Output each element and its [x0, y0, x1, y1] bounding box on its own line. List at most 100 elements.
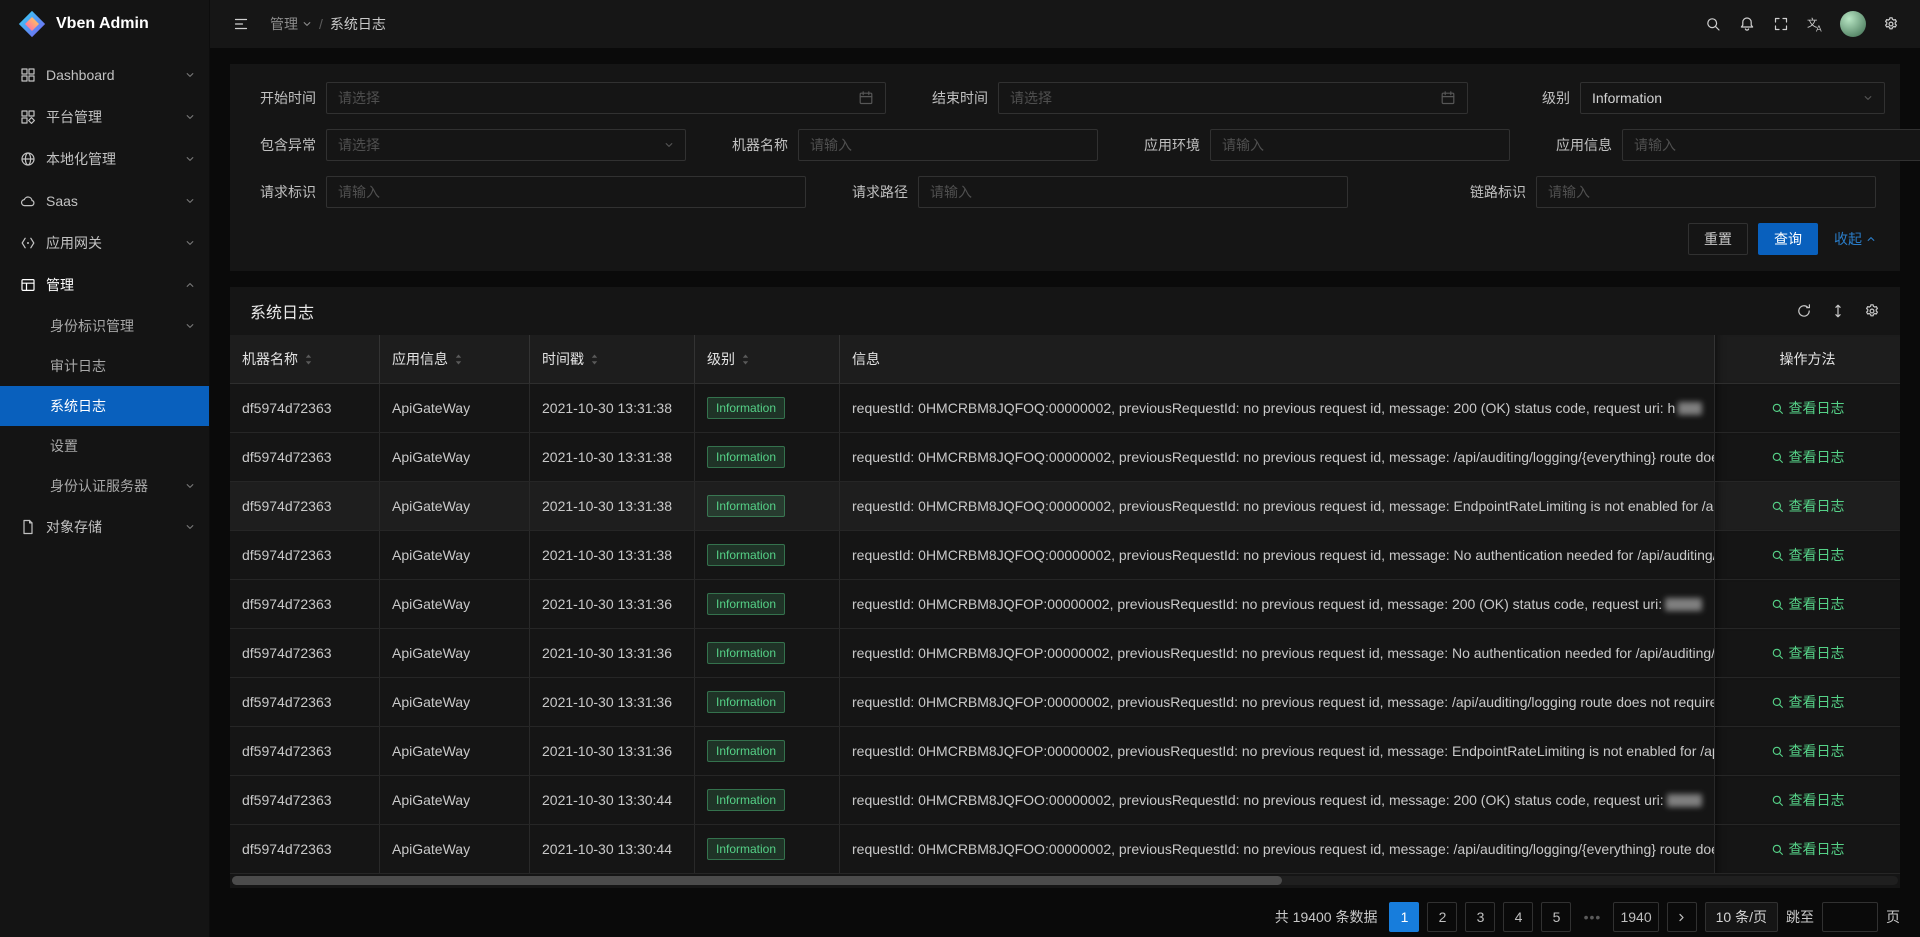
level-badge: Information [707, 691, 785, 713]
sidebar-item-label: 设置 [50, 436, 78, 456]
breadcrumb-parent[interactable]: 管理 [270, 14, 312, 34]
cell-machine-name: df5974d72363 [230, 433, 380, 481]
cell-level: Information [695, 384, 840, 432]
cell-machine-name: df5974d72363 [230, 825, 380, 873]
sidebar-item-label: 管理 [46, 275, 74, 295]
view-log-link[interactable]: 查看日志 [1771, 741, 1845, 761]
sidebar-item[interactable]: 身份标识管理 [0, 306, 209, 346]
cell-app-info: ApiGateWay [380, 825, 530, 873]
sidebar-item[interactable]: 本地化管理 [0, 138, 209, 180]
avatar[interactable] [1840, 11, 1866, 37]
table-row: df5974d72363ApiGateWay2021-10-30 13:31:3… [230, 482, 1900, 531]
pagination-page[interactable]: 4 [1503, 902, 1533, 932]
sidebar-item[interactable]: 身份认证服务器 [0, 466, 209, 506]
localization-icon [20, 151, 36, 167]
cell-actions: 查看日志 [1715, 384, 1900, 432]
request-path-input[interactable] [918, 176, 1348, 208]
cell-machine-name: df5974d72363 [230, 727, 380, 775]
search-button[interactable]: 查询 [1758, 223, 1818, 255]
sidebar-item[interactable]: 应用网关 [0, 222, 209, 264]
level-label: 级别 [1508, 88, 1570, 108]
level-badge: Information [707, 789, 785, 811]
column-label: 机器名称 [242, 349, 298, 369]
filter-actions: 重置 查询 收起 [254, 223, 1876, 255]
table-panel-header: 系统日志 [230, 287, 1900, 335]
level-select[interactable]: Information [1580, 82, 1885, 114]
cell-level: Information [695, 776, 840, 824]
column-header[interactable]: 应用信息 [380, 335, 530, 383]
request-id-input[interactable] [326, 176, 806, 208]
view-log-link[interactable]: 查看日志 [1771, 594, 1845, 614]
pagination-page[interactable]: 3 [1465, 902, 1495, 932]
column-header[interactable]: 机器名称 [230, 335, 380, 383]
end-time-picker[interactable]: 请选择 [998, 82, 1468, 114]
jump-to-input[interactable] [1822, 902, 1878, 932]
cell-machine-name: df5974d72363 [230, 531, 380, 579]
chevron-down-icon [302, 19, 312, 29]
column-header[interactable]: 级别 [695, 335, 840, 383]
chevron-up-icon [185, 280, 195, 290]
column-height-icon[interactable] [1830, 303, 1846, 319]
view-log-link[interactable]: 查看日志 [1771, 643, 1845, 663]
scrollbar-thumb[interactable] [232, 876, 1282, 885]
app-env-input[interactable] [1210, 129, 1510, 161]
view-log-link[interactable]: 查看日志 [1771, 790, 1845, 810]
view-log-link[interactable]: 查看日志 [1771, 839, 1845, 859]
pagination-page[interactable]: 1940 [1613, 902, 1658, 932]
pagination-page[interactable]: 5 [1541, 902, 1571, 932]
sidebar-item[interactable]: 系统日志 [0, 386, 209, 426]
logo[interactable]: Vben Admin [0, 0, 209, 48]
caret-sort-icon [454, 352, 463, 367]
settings-icon[interactable] [1876, 6, 1906, 42]
view-log-link[interactable]: 查看日志 [1771, 398, 1845, 418]
column-label: 操作方法 [1780, 349, 1836, 369]
chevron-down-icon [1863, 93, 1873, 103]
view-log-link[interactable]: 查看日志 [1771, 692, 1845, 712]
view-log-link[interactable]: 查看日志 [1771, 496, 1845, 516]
search-icon[interactable] [1698, 6, 1728, 42]
pagination-next-button[interactable] [1667, 902, 1697, 932]
app-info-input[interactable] [1622, 129, 1920, 161]
start-time-picker[interactable]: 请选择 [326, 82, 886, 114]
column-label: 级别 [707, 349, 735, 369]
sidebar-item[interactable]: 设置 [0, 426, 209, 466]
translate-icon[interactable]: 文A [1800, 6, 1830, 42]
pagination-page[interactable]: 2 [1427, 902, 1457, 932]
sidebar-item[interactable]: Dashboard [0, 54, 209, 96]
horizontal-scrollbar[interactable] [232, 876, 1898, 885]
bell-icon[interactable] [1732, 6, 1762, 42]
machine-name-input[interactable] [798, 129, 1098, 161]
view-log-label: 查看日志 [1789, 594, 1845, 614]
sidebar-item[interactable]: Saas [0, 180, 209, 222]
view-log-link[interactable]: 查看日志 [1771, 447, 1845, 467]
chevron-down-icon [185, 321, 195, 331]
cell-machine-name: df5974d72363 [230, 629, 380, 677]
fullscreen-icon[interactable] [1766, 6, 1796, 42]
platform-icon [20, 109, 36, 125]
pagination-page[interactable]: 1 [1389, 902, 1419, 932]
has-exception-label: 包含异常 [254, 135, 316, 155]
sidebar-item[interactable]: 平台管理 [0, 96, 209, 138]
collapse-link[interactable]: 收起 [1834, 229, 1876, 249]
caret-sort-icon [590, 352, 599, 367]
chevron-down-icon [185, 154, 195, 164]
trace-id-input[interactable] [1536, 176, 1876, 208]
sidebar-item[interactable]: 审计日志 [0, 346, 209, 386]
view-log-link[interactable]: 查看日志 [1771, 545, 1845, 565]
column-label: 信息 [852, 349, 880, 369]
has-exception-select[interactable]: 请选择 [326, 129, 686, 161]
calendar-icon [1440, 90, 1456, 106]
magnifier-icon [1771, 451, 1784, 464]
page-size-select[interactable]: 10 条/页 [1705, 902, 1778, 932]
column-header[interactable]: 时间戳 [530, 335, 695, 383]
menu-fold-icon[interactable] [226, 6, 256, 42]
cell-app-info: ApiGateWay [380, 433, 530, 481]
dashboard-icon [20, 67, 36, 83]
cell-level: Information [695, 825, 840, 873]
sidebar-item[interactable]: 对象存储 [0, 506, 209, 548]
table-settings-icon[interactable] [1864, 303, 1880, 319]
sidebar-item[interactable]: 管理 [0, 264, 209, 306]
reset-button[interactable]: 重置 [1688, 223, 1748, 255]
refresh-icon[interactable] [1796, 303, 1812, 319]
chevron-up-icon [1866, 234, 1876, 244]
